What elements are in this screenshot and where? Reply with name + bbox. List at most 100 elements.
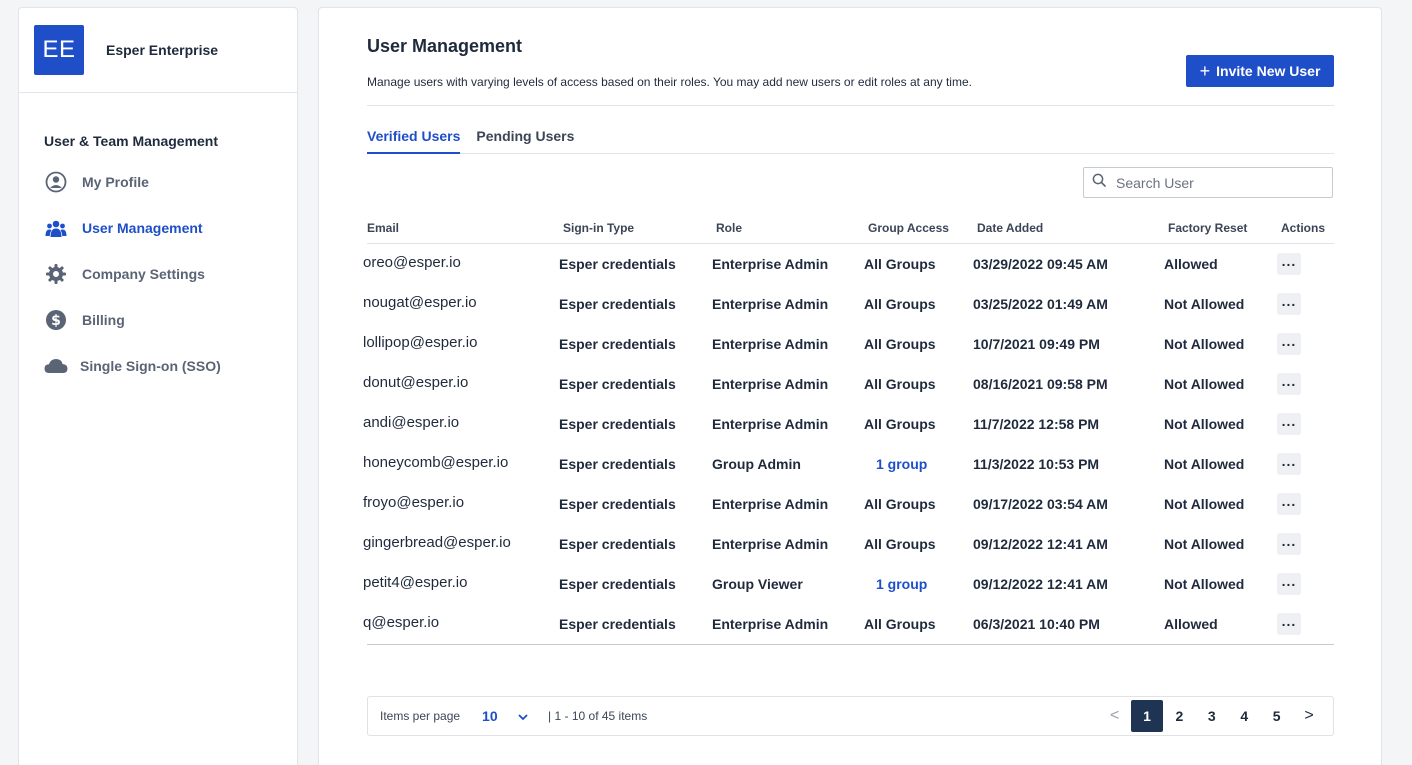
- cell-actions: ...: [1277, 613, 1330, 635]
- cloud-icon: [44, 354, 68, 378]
- cell-actions: ...: [1277, 373, 1330, 395]
- more-actions-button[interactable]: ...: [1277, 333, 1301, 355]
- cell-factory-reset: Allowed: [1164, 616, 1218, 632]
- cell-actions: ...: [1277, 253, 1330, 275]
- cell-group-access: 1 group: [864, 576, 973, 592]
- sidebar-item-label: My Profile: [82, 174, 149, 190]
- tab-verified-users[interactable]: Verified Users: [367, 128, 461, 154]
- tab-pending-users[interactable]: Pending Users: [476, 128, 574, 154]
- more-actions-button[interactable]: ...: [1277, 493, 1301, 515]
- table-row: froyo@esper.io Esper credentials Enterpris…: [363, 484, 1334, 524]
- cell-factory-reset: Not Allowed: [1164, 576, 1245, 592]
- more-actions-button[interactable]: ...: [1277, 413, 1301, 435]
- cell-date-added: 06/3/2021 10:40 PM: [973, 616, 1100, 632]
- cell-actions: ...: [1277, 413, 1330, 435]
- gear-icon: [44, 262, 68, 286]
- more-actions-button[interactable]: ...: [1277, 453, 1301, 475]
- cell-date-added: 09/12/2022 12:41 AM: [973, 536, 1108, 552]
- sidebar-item-sso[interactable]: Single Sign-on (SSO): [19, 343, 297, 389]
- column-header-factory-reset[interactable]: Factory Reset: [1168, 221, 1281, 243]
- column-header-group-access[interactable]: Group Access: [868, 221, 977, 243]
- table-row: petit4@esper.io Esper credentials Group Vi…: [363, 564, 1334, 604]
- cell-signin-type: Esper credentials: [559, 576, 676, 592]
- column-header-email[interactable]: Email: [367, 221, 563, 243]
- table-header: Email Sign-in Type Role Group Access Dat…: [367, 221, 1334, 244]
- prev-page-button[interactable]: <: [1099, 700, 1131, 732]
- cell-email: oreo@esper.io: [363, 253, 461, 271]
- main-panel: User Management Manage users with varyin…: [318, 7, 1382, 765]
- users-table: Email Sign-in Type Role Group Access Dat…: [363, 221, 1334, 645]
- cell-group-access: All Groups: [864, 376, 936, 392]
- cell-email: lollipop@esper.io: [363, 333, 478, 351]
- sidebar-item-label: User Management: [82, 220, 203, 236]
- cell-factory-reset: Not Allowed: [1164, 336, 1245, 352]
- cell-email: andi@esper.io: [363, 413, 460, 431]
- more-actions-button[interactable]: ...: [1277, 253, 1301, 275]
- ellipsis-icon: ...: [1281, 253, 1297, 269]
- more-actions-button[interactable]: ...: [1277, 373, 1301, 395]
- table-row: gingerbread@esper.io Esper credentials Ent…: [363, 524, 1334, 564]
- user-circle-icon: [44, 170, 68, 194]
- header-divider: [367, 105, 1334, 106]
- cell-signin-type: Esper credentials: [559, 536, 676, 552]
- column-header-signin-type[interactable]: Sign-in Type: [563, 221, 716, 243]
- ellipsis-icon: ...: [1281, 453, 1297, 469]
- group-access-link[interactable]: 1 group: [864, 456, 927, 472]
- cell-actions: ...: [1277, 493, 1330, 515]
- cell-date-added: 03/25/2022 01:49 AM: [973, 296, 1108, 312]
- cell-actions: ...: [1277, 533, 1330, 555]
- group-access-link[interactable]: 1 group: [864, 576, 927, 592]
- cell-signin-type: Esper credentials: [559, 496, 676, 512]
- search-input[interactable]: [1116, 174, 1316, 191]
- cell-role: Enterprise Admin: [712, 616, 829, 632]
- page-title: User Management: [367, 36, 523, 56]
- more-actions-button[interactable]: ...: [1277, 293, 1301, 315]
- invite-new-user-button[interactable]: + Invite New User: [1186, 55, 1334, 87]
- cell-group-access: All Groups: [864, 416, 936, 432]
- cell-actions: ...: [1277, 573, 1330, 595]
- ellipsis-icon: ...: [1281, 413, 1297, 429]
- page-button-3[interactable]: 3: [1196, 700, 1228, 732]
- page-button-5[interactable]: 5: [1261, 700, 1293, 732]
- ellipsis-icon: ...: [1281, 373, 1297, 389]
- cell-email: froyo@esper.io: [363, 493, 465, 511]
- search-box: [1083, 167, 1333, 198]
- cell-email: donut@esper.io: [363, 373, 469, 391]
- cell-email: q@esper.io: [363, 613, 440, 631]
- table-row: lollipop@esper.io Esper credentials Enterp…: [363, 324, 1334, 364]
- column-header-role[interactable]: Role: [716, 221, 868, 243]
- sidebar-item-user-management[interactable]: User Management: [19, 205, 297, 251]
- cell-factory-reset: Not Allowed: [1164, 296, 1245, 312]
- sidebar-item-billing[interactable]: $ Billing: [19, 297, 297, 343]
- table-row: andi@esper.io Esper credentials Enterprise…: [363, 404, 1334, 444]
- cell-role: Enterprise Admin: [712, 536, 829, 552]
- ellipsis-icon: ...: [1281, 293, 1297, 309]
- users-icon: [44, 216, 68, 240]
- more-actions-button[interactable]: ...: [1277, 573, 1301, 595]
- plus-icon: +: [1199, 61, 1211, 81]
- invite-button-label: Invite New User: [1216, 63, 1321, 79]
- table-row: q@esper.io Esper credentials Enterprise Ad…: [363, 604, 1334, 644]
- cell-signin-type: Esper credentials: [559, 256, 676, 272]
- more-actions-button[interactable]: ...: [1277, 533, 1301, 555]
- cell-role: Enterprise Admin: [712, 496, 829, 512]
- table-row: honeycomb@esper.io Esper credentials Group…: [363, 444, 1334, 484]
- page-button-2[interactable]: 2: [1163, 700, 1195, 732]
- items-per-page-select[interactable]: 10: [482, 708, 544, 724]
- cell-email: petit4@esper.io: [363, 573, 468, 591]
- more-actions-button[interactable]: ...: [1277, 613, 1301, 635]
- cell-group-access: 1 group: [864, 456, 973, 472]
- cell-date-added: 11/3/2022 10:53 PM: [973, 456, 1100, 472]
- sidebar-item-label: Company Settings: [82, 266, 205, 282]
- cell-factory-reset: Not Allowed: [1164, 376, 1245, 392]
- ellipsis-icon: ...: [1281, 533, 1297, 549]
- cell-factory-reset: Not Allowed: [1164, 416, 1245, 432]
- next-page-button[interactable]: >: [1293, 700, 1325, 732]
- page-button-4[interactable]: 4: [1228, 700, 1260, 732]
- sidebar-item-company-settings[interactable]: Company Settings: [19, 251, 297, 297]
- column-header-date-added[interactable]: Date Added: [977, 221, 1168, 243]
- sidebar-item-my-profile[interactable]: My Profile: [19, 159, 297, 205]
- cell-group-access: All Groups: [864, 336, 936, 352]
- search-icon: [1092, 173, 1106, 192]
- page-button-1[interactable]: 1: [1131, 700, 1164, 732]
